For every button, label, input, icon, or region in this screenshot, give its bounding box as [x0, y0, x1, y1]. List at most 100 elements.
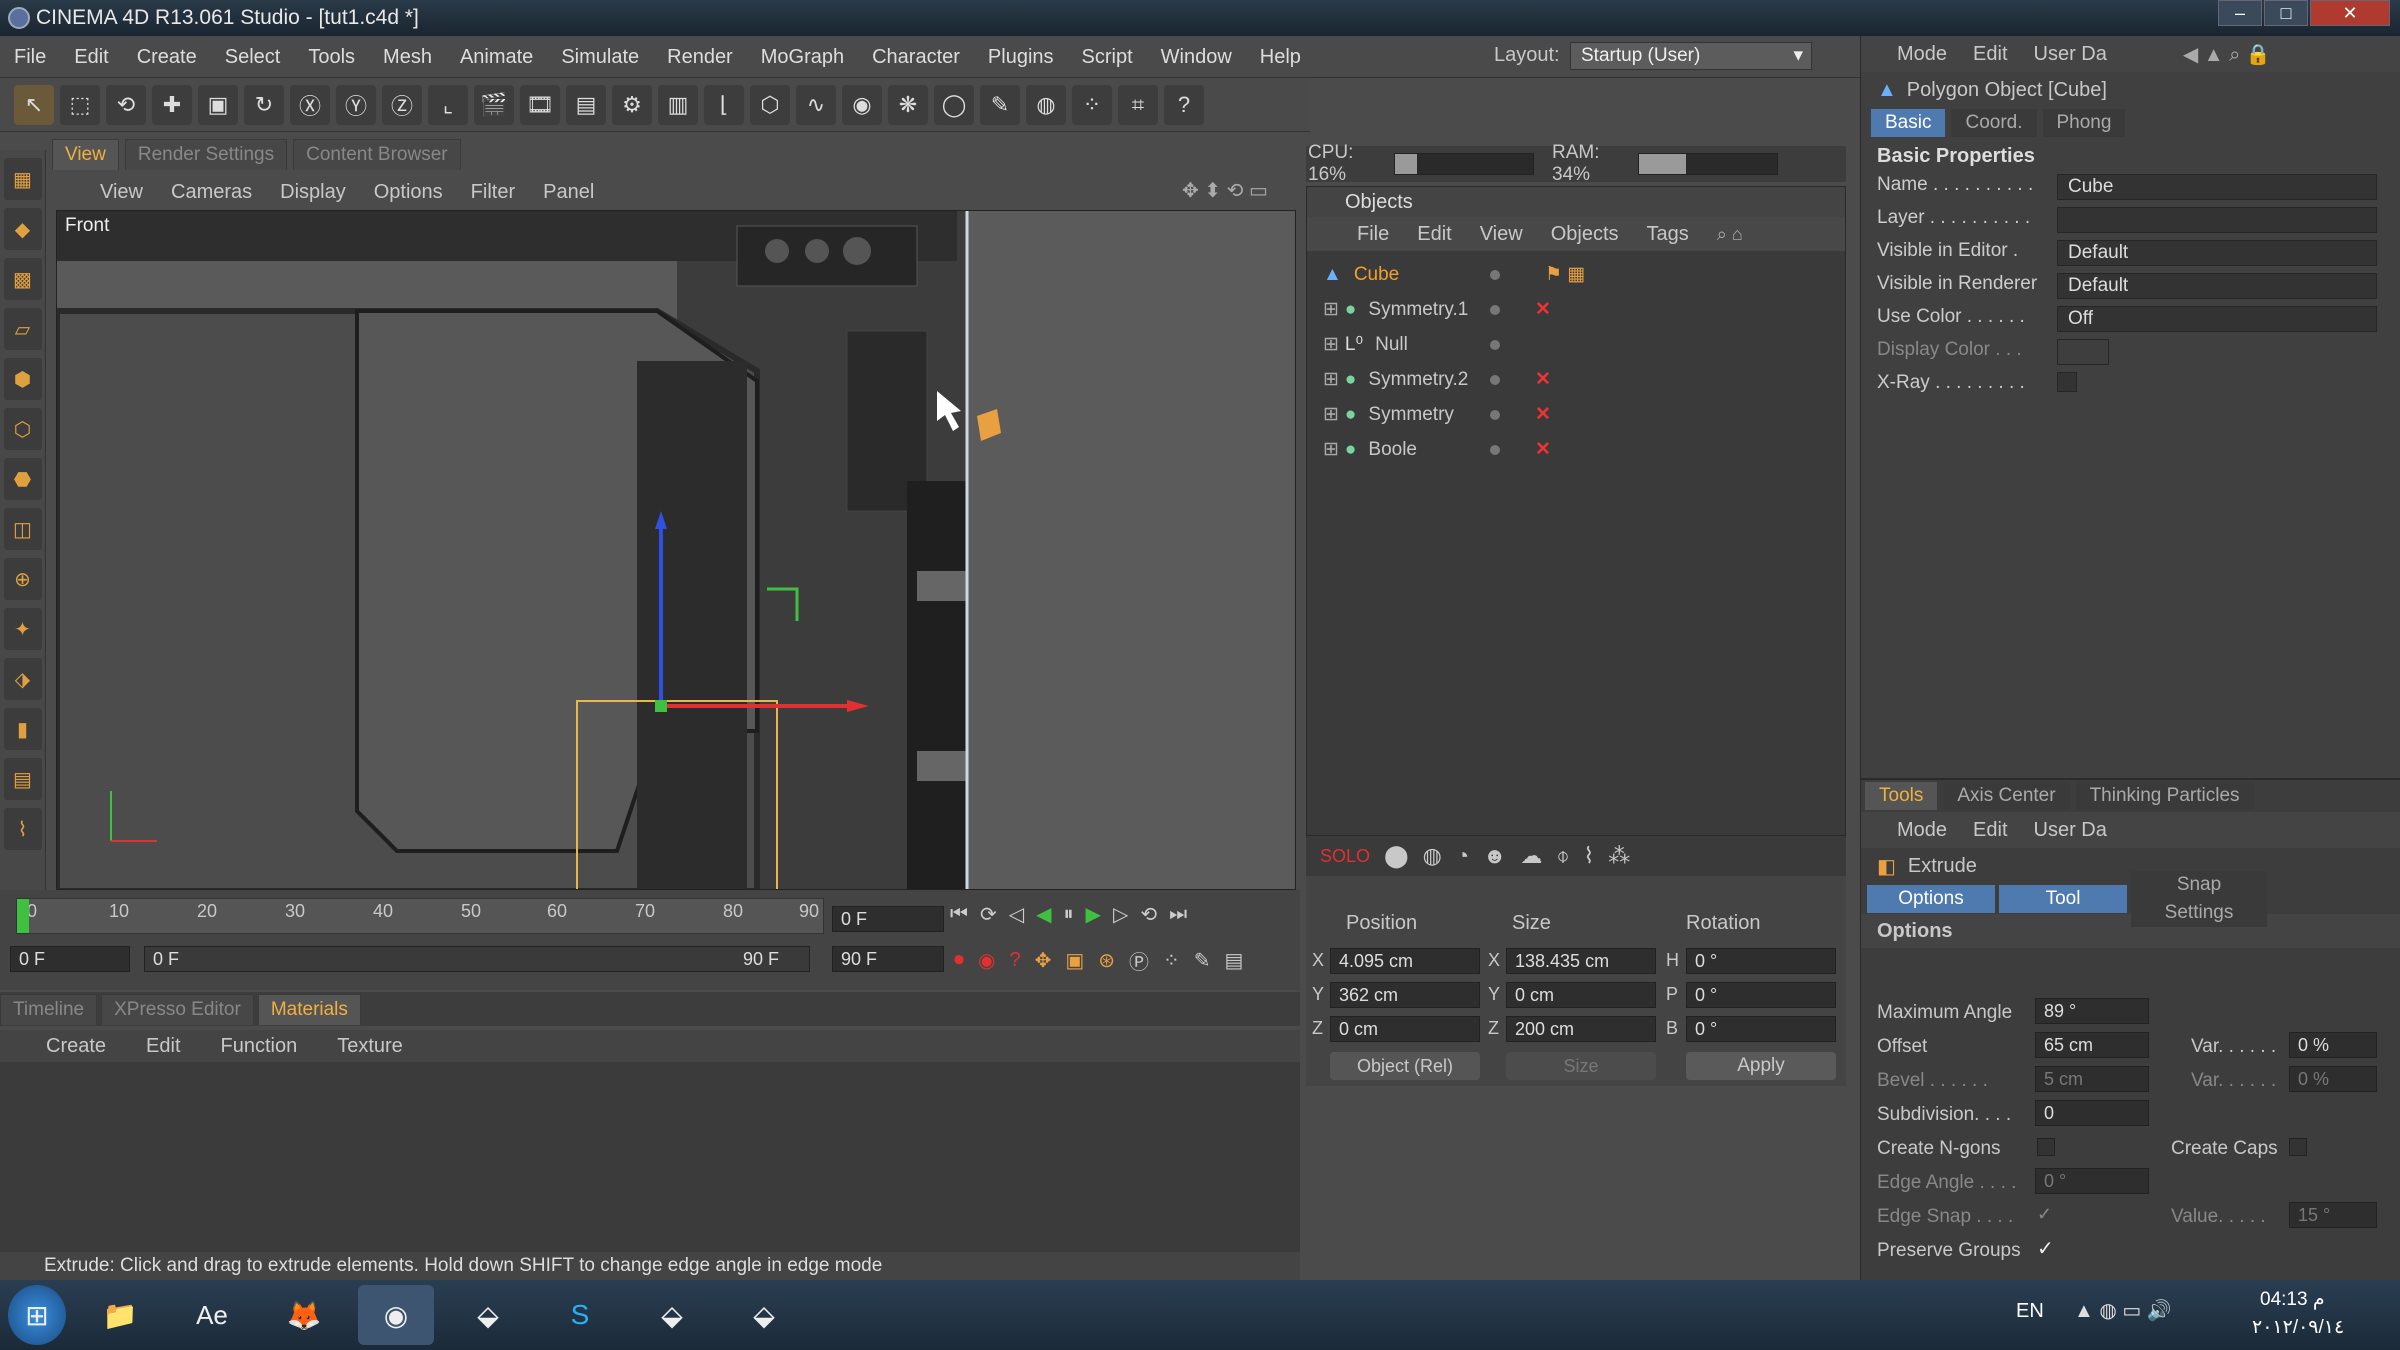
position-z-field[interactable]: 0 cm [1330, 1016, 1480, 1042]
app-icon-2[interactable]: ⬙ [634, 1285, 710, 1345]
scale-key-icon[interactable]: ▣ [1065, 948, 1084, 973]
uv-mode-icon[interactable]: ◫ [3, 508, 42, 550]
tools-menu-edit[interactable]: Edit [1973, 819, 2007, 842]
position-key-icon[interactable]: ✥ [1035, 948, 1052, 973]
skype-icon[interactable]: S [542, 1285, 618, 1345]
menu-character[interactable]: Character [858, 36, 974, 78]
app-icon[interactable]: ⬙ [450, 1285, 526, 1345]
display-color-swatch[interactable] [2057, 339, 2109, 365]
tab-snap-settings[interactable]: Snap Settings [2131, 871, 2267, 927]
edit-render-settings-icon[interactable]: ⚙ [612, 84, 652, 125]
menu-render[interactable]: Render [653, 36, 747, 78]
objects-menu-edit[interactable]: Edit [1417, 223, 1451, 246]
scene-light-icon[interactable]: ◯ [934, 84, 974, 125]
nurbs-icon[interactable]: ◉ [842, 84, 882, 125]
visibility-dot[interactable] [1490, 444, 1500, 455]
start-button[interactable]: ⊞ [8, 1285, 66, 1345]
max-angle-field[interactable]: 89 ° [2035, 998, 2149, 1024]
polygon-mode-icon[interactable]: ⬣ [3, 458, 42, 500]
spring-icon[interactable]: ⌇ [1584, 843, 1595, 869]
cinema4d-taskbar-icon[interactable]: ◉ [358, 1285, 434, 1345]
size-y-field[interactable]: 0 cm [1506, 982, 1656, 1008]
visibility-dot[interactable] [1490, 339, 1500, 350]
goto-end-icon[interactable]: ⏭ [1169, 903, 1187, 926]
object-row-boole[interactable]: ⊞ ● Boole ✕ [1307, 432, 1845, 467]
play-backward-icon[interactable]: ◀ [1036, 902, 1051, 927]
texture-tag-icon[interactable]: ⚑ ▦ [1545, 263, 1585, 286]
pause-icon[interactable]: ⏸ [1064, 903, 1074, 926]
tab-phong[interactable]: Phong [2042, 109, 2126, 137]
array-icon[interactable]: ❋ [888, 84, 928, 125]
playhead[interactable] [17, 899, 29, 933]
size-mode-select[interactable]: Size [1506, 1052, 1656, 1080]
autokey-icon[interactable]: ◉ [978, 948, 995, 973]
position-y-field[interactable]: 362 cm [1330, 982, 1480, 1008]
object-name[interactable]: Symmetry [1368, 404, 1488, 426]
solo-icon[interactable]: SOLO [1320, 846, 1370, 867]
menu-select[interactable]: Select [211, 36, 295, 78]
deformer-icon[interactable]: ✎ [980, 84, 1020, 125]
repeat-icon[interactable]: ⟲ [1140, 902, 1157, 927]
tab-timeline[interactable]: Timeline [0, 993, 98, 1025]
object-row-null[interactable]: ⊞ L⁰ Null [1307, 327, 1845, 362]
close-button[interactable]: ✕ [2310, 0, 2390, 26]
sphere-icon[interactable]: ⬤ [1384, 843, 1409, 869]
menu-create[interactable]: Create [123, 36, 211, 78]
layout-select[interactable]: Startup (User) ▾ [1570, 42, 1812, 70]
render-region-icon[interactable]: 🎞 [520, 84, 560, 125]
expand-icon[interactable]: ⊞ [1323, 368, 1339, 391]
size-x-field[interactable]: 138.435 cm [1506, 948, 1656, 974]
materials-menu-texture[interactable]: Texture [337, 1035, 403, 1058]
attributes-menu-user-data[interactable]: User Da [2034, 43, 2107, 66]
clock-time[interactable]: 04:13 م [2260, 1288, 2325, 1311]
lamp-icon[interactable]: ⌽ [1556, 843, 1569, 869]
var-field-2[interactable]: 0 % [2289, 1066, 2377, 1092]
hair-icon[interactable]: ⌇ [3, 808, 42, 850]
apply-button[interactable]: Apply [1686, 1052, 1836, 1080]
xray-checkbox[interactable] [2057, 372, 2077, 392]
menu-animate[interactable]: Animate [446, 36, 547, 78]
viewport-menu-display[interactable]: Display [280, 181, 346, 204]
edge-mode-icon[interactable]: ⬡ [3, 408, 42, 450]
visibility-dot[interactable] [1490, 374, 1500, 385]
spline-icon[interactable]: ∿ [796, 84, 836, 125]
rotation-h-field[interactable]: 0 ° [1686, 948, 1836, 974]
z-axis-lock-icon[interactable]: Ⓩ [382, 84, 422, 125]
materials-menu-function[interactable]: Function [221, 1035, 298, 1058]
end-frame-field[interactable]: 90 F [832, 946, 944, 972]
figure-icon[interactable]: ☻ [1483, 843, 1506, 869]
viewport-nav-icons[interactable]: ✥ ⬍ ⟲ ▭ [1182, 178, 1268, 203]
object-name[interactable]: Null [1375, 334, 1495, 356]
create-caps-checkbox[interactable] [2289, 1138, 2307, 1156]
move-icon[interactable]: ✚ [152, 84, 192, 125]
tab-basic[interactable]: Basic [1871, 109, 1946, 137]
timeline-ruler[interactable]: 0 10 20 30 40 50 60 70 80 90 [16, 898, 824, 934]
point-mode-icon[interactable]: ⬢ [3, 358, 42, 400]
emitter-icon[interactable]: ⁂ [1608, 843, 1630, 869]
tools-menu-mode[interactable]: Mode [1897, 819, 1947, 842]
clock-date[interactable]: ٢٠١٢/٠٩/١٤ [2252, 1316, 2344, 1339]
layer-icon[interactable]: ▤ [3, 758, 42, 800]
help-icon[interactable]: ? [1164, 84, 1204, 125]
coordinate-mode-select[interactable]: Object (Rel) [1330, 1052, 1480, 1080]
tab-coord[interactable]: Coord. [1951, 109, 2037, 137]
tray-icons[interactable]: ▲ ◍ ▭ 🔊 [2074, 1298, 2172, 1323]
particles-icon[interactable]: ⁘ [1072, 84, 1112, 125]
attributes-menu-edit[interactable]: Edit [1973, 43, 2007, 66]
expand-icon[interactable]: ⊞ [1323, 298, 1339, 321]
disabled-x-icon[interactable]: ✕ [1535, 368, 1551, 391]
y-axis-lock-icon[interactable]: Ⓨ [336, 84, 376, 125]
materials-menu-edit[interactable]: Edit [146, 1035, 180, 1058]
grid-snap-icon[interactable]: ⌗ [1118, 84, 1158, 125]
attributes-menu-mode[interactable]: Mode [1897, 43, 1947, 66]
model-mode-icon[interactable]: ▦ [3, 158, 42, 200]
tab-axis-center[interactable]: Axis Center [1943, 782, 2070, 810]
layer-field[interactable] [2057, 207, 2377, 233]
tab-content-browser[interactable]: Content Browser [293, 138, 461, 170]
prev-key-icon[interactable]: ◁ [1009, 902, 1024, 927]
viewport-menu-options[interactable]: Options [374, 181, 443, 204]
object-row-symmetry-1[interactable]: ⊞ ● Symmetry.1 ✕ [1307, 292, 1845, 327]
object-name[interactable]: Symmetry.2 [1368, 369, 1488, 391]
menu-mograph[interactable]: MoGraph [747, 36, 858, 78]
parameter-key-icon[interactable]: Ⓟ [1129, 946, 1149, 975]
